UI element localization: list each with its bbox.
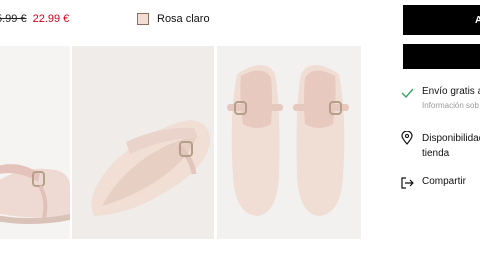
store-availability[interactable]: Disponibilidad tienda <box>400 130 480 161</box>
original-price: 5.99 € <box>0 13 27 25</box>
availability-label: Disponibilidad tienda <box>422 133 480 159</box>
color-swatch[interactable] <box>137 13 149 25</box>
shipping-info[interactable]: Envío gratis a Información sob <box>400 86 480 110</box>
color-name: Rosa claro <box>157 13 210 25</box>
share-icon <box>400 176 414 190</box>
price-row: 5.99 € 22.99 € <box>0 10 69 28</box>
check-icon <box>400 86 414 100</box>
secondary-action-button[interactable] <box>403 44 480 69</box>
color-selector[interactable]: Rosa claro <box>137 10 210 28</box>
location-pin-icon <box>400 130 414 145</box>
share-link[interactable]: Compartir <box>400 176 480 190</box>
sale-price: 22.99 € <box>32 13 70 25</box>
add-to-bag-button[interactable]: A <box>403 5 480 35</box>
add-to-bag-label: A <box>475 14 480 26</box>
shoe-side-image <box>0 164 70 224</box>
product-photo-2[interactable] <box>72 46 214 239</box>
shipping-title: Envío gratis a <box>422 86 480 97</box>
shipping-subtitle: Información sob <box>422 101 479 110</box>
shoe-angle-image <box>91 120 211 216</box>
product-detail-page: 5.99 € 22.99 € Rosa claro A <box>0 0 480 270</box>
product-photo-1[interactable] <box>0 46 70 239</box>
shoe-pair-top-image <box>227 65 349 216</box>
share-label: Compartir <box>422 176 466 187</box>
product-photo-3[interactable] <box>217 46 361 239</box>
